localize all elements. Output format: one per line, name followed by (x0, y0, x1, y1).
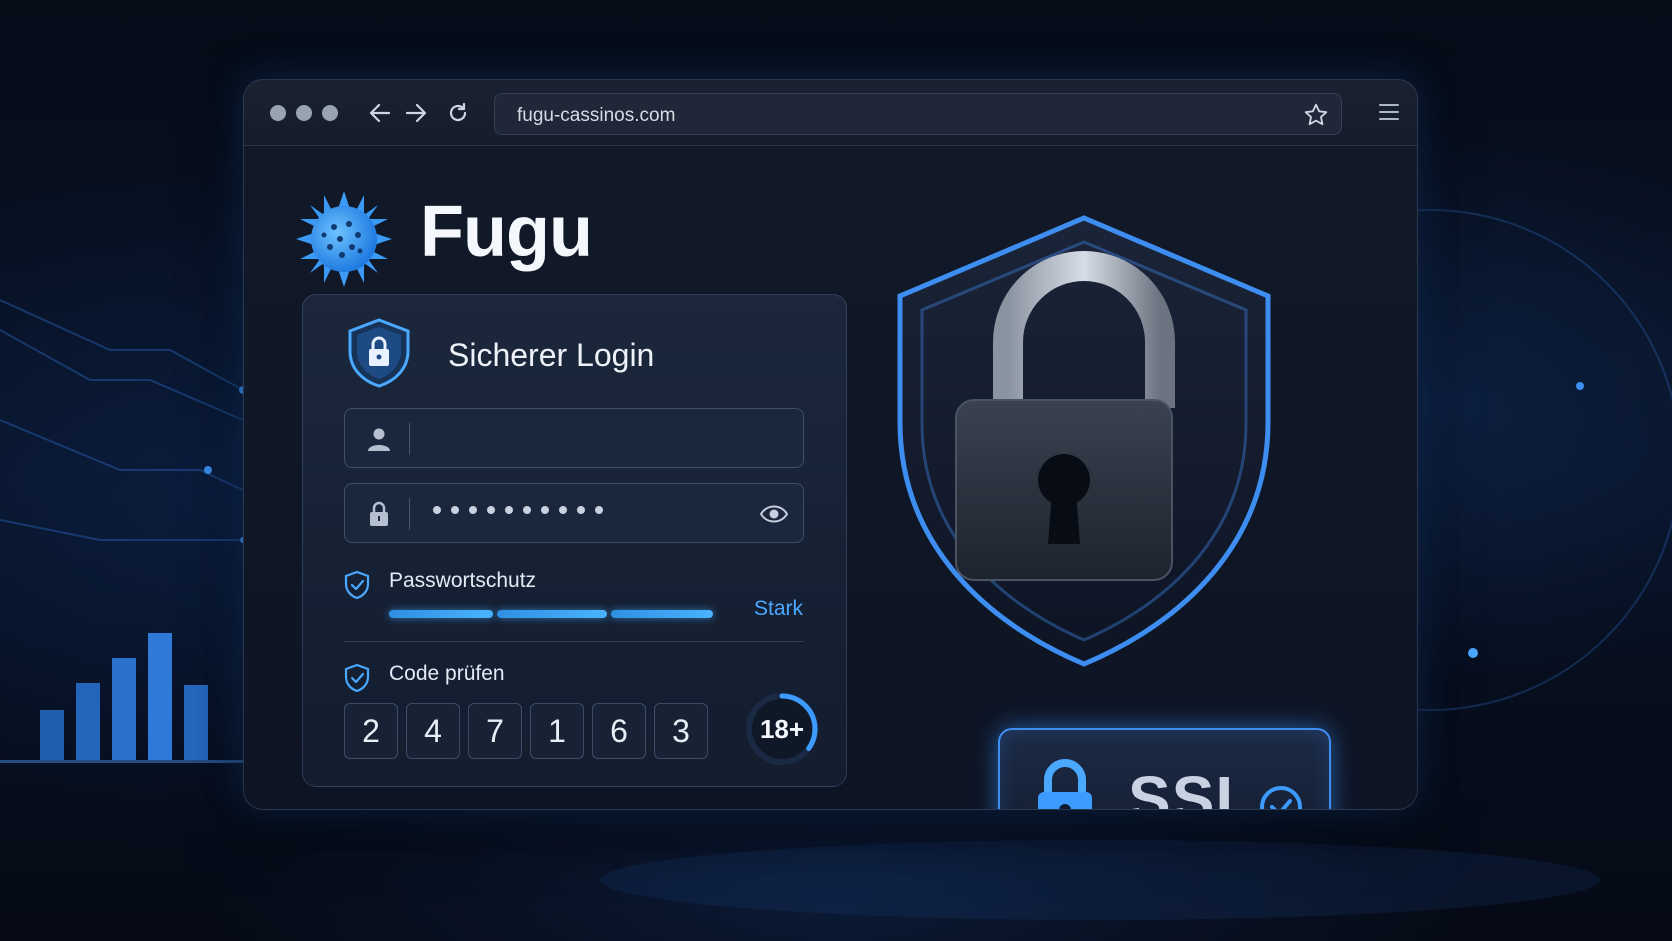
password-dot (559, 506, 567, 514)
page-content: Fugu Sicherer Login Passwortschutz Stark… (244, 146, 1417, 810)
address-bar[interactable]: fugu-cassinos.com (494, 93, 1342, 135)
shield-check-icon (344, 570, 370, 600)
code-digit-box[interactable]: 2 (344, 703, 398, 759)
password-dot (451, 506, 459, 514)
eye-icon[interactable] (759, 500, 789, 528)
back-arrow-icon[interactable] (366, 99, 394, 127)
field-separator (409, 423, 410, 455)
strength-segment (497, 610, 607, 618)
check-circle-icon (1260, 786, 1302, 809)
strength-label: Stark (754, 597, 804, 620)
username-input[interactable] (425, 409, 725, 467)
menu-icon[interactable] (1377, 100, 1401, 124)
login-card: Sicherer Login Passwortschutz Stark Code… (302, 294, 847, 787)
password-field[interactable] (344, 483, 804, 543)
bar-chart-decoration (0, 633, 243, 763)
password-masked-value[interactable] (433, 506, 603, 514)
strength-segment (611, 610, 713, 618)
code-digit-box[interactable]: 3 (654, 703, 708, 759)
forward-arrow-icon[interactable] (402, 99, 430, 127)
star-icon[interactable] (1303, 102, 1329, 128)
url-text: fugu-cassinos.com (517, 105, 676, 126)
password-dot (505, 506, 513, 514)
lock-icon (370, 501, 388, 526)
username-field[interactable] (344, 408, 804, 468)
password-dot (541, 506, 549, 514)
password-strength-meter (389, 610, 713, 618)
pufferfish-icon (296, 191, 392, 287)
lock-icon (1038, 759, 1092, 809)
divider (344, 641, 804, 642)
age-badge-label: 18+ (759, 714, 805, 744)
shield-check-icon (344, 663, 370, 693)
ssl-badge: SSL (998, 728, 1331, 810)
window-dot[interactable] (296, 105, 312, 121)
code-digit-box[interactable]: 6 (592, 703, 646, 759)
window-dot[interactable] (322, 105, 338, 121)
shield-lock-icon (348, 318, 410, 388)
login-title: Sicherer Login (448, 337, 655, 373)
browser-window: fugu-cassinos.com Fugu Sicherer Login Pa… (243, 79, 1418, 810)
browser-toolbar: fugu-cassinos.com (244, 80, 1417, 146)
ssl-label: SSL (1128, 763, 1256, 810)
code-check-label: Code prüfen (389, 662, 505, 685)
password-dot (595, 506, 603, 514)
brand-name: Fugu (420, 192, 593, 272)
user-icon (368, 428, 390, 451)
code-digit-box[interactable]: 4 (406, 703, 460, 759)
shield-padlock-icon (897, 215, 1271, 667)
password-dot (523, 506, 531, 514)
code-digit-box[interactable]: 1 (530, 703, 584, 759)
window-dot[interactable] (270, 105, 286, 121)
reload-icon[interactable] (444, 99, 472, 127)
password-protection-label: Passwortschutz (389, 569, 537, 592)
strength-segment (389, 610, 493, 618)
password-dot (577, 506, 585, 514)
field-separator (409, 498, 410, 530)
code-digit-box[interactable]: 7 (468, 703, 522, 759)
password-dot (433, 506, 441, 514)
password-dot (487, 506, 495, 514)
password-dot (469, 506, 477, 514)
